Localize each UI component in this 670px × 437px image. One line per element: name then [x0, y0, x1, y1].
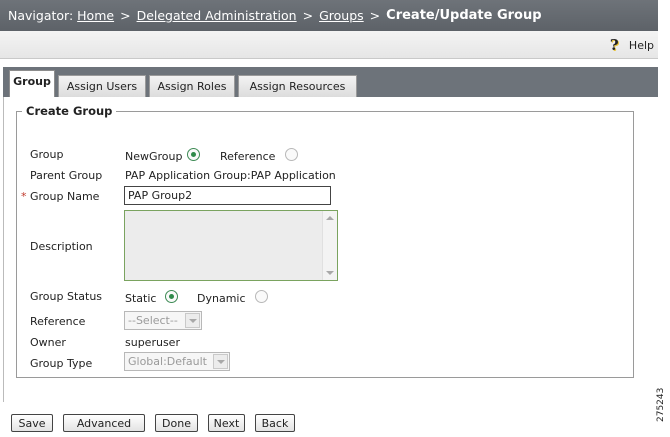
page-title: Create/Update Group: [386, 8, 542, 23]
tab-assign-users[interactable]: Assign Users: [58, 75, 146, 97]
dynamic-option-label: Dynamic: [197, 292, 246, 305]
scroll-up-icon[interactable]: [326, 216, 334, 220]
tab-assign-roles[interactable]: Assign Roles: [149, 75, 235, 97]
breadcrumb-groups[interactable]: Groups: [319, 8, 364, 23]
dynamic-radio[interactable]: [255, 290, 268, 303]
tab-group[interactable]: Group: [9, 70, 55, 97]
chevron-down-icon: [213, 354, 228, 369]
fieldset-legend: Create Group: [22, 104, 117, 118]
reference-radio[interactable]: [285, 148, 298, 161]
help-label: Help: [628, 38, 654, 52]
reference-option-label: Reference: [220, 150, 276, 163]
owner-value: superuser: [125, 336, 180, 349]
chevron-down-icon: [185, 313, 200, 328]
description-textarea[interactable]: [124, 210, 338, 281]
owner-label: Owner: [30, 336, 66, 349]
tab-strip: Group Assign Users Assign Roles Assign R…: [3, 67, 658, 97]
save-button[interactable]: Save: [11, 414, 53, 432]
back-button[interactable]: Back: [255, 414, 295, 432]
question-mark-icon: ?: [609, 36, 619, 54]
group-type-select-value: Global:Default: [128, 355, 207, 368]
newgroup-option-label: NewGroup: [125, 150, 183, 163]
static-option-label: Static: [125, 292, 157, 305]
group-type-label: Group Type: [30, 357, 93, 370]
description-label: Description: [30, 240, 93, 253]
reference-label: Reference: [30, 315, 86, 328]
navigator-bar: Navigator: Home > Delegated Administrati…: [0, 0, 658, 31]
breadcrumb-delegated-administration[interactable]: Delegated Administration: [137, 8, 297, 23]
advanced-button[interactable]: Advanced: [63, 414, 145, 432]
parent-group-label: Parent Group: [30, 169, 103, 182]
parent-group-value: PAP Application Group:PAP Application: [125, 169, 336, 182]
breadcrumb-home[interactable]: Home: [77, 8, 114, 23]
figure-id: 275243: [656, 387, 666, 423]
reference-select-value: --Select--: [128, 314, 178, 327]
required-marker: *: [21, 190, 27, 203]
breadcrumb-separator: >: [120, 8, 131, 23]
group-name-label: Group Name: [30, 190, 100, 203]
done-button[interactable]: Done: [155, 414, 198, 432]
scroll-down-icon[interactable]: [326, 271, 334, 275]
group-label: Group: [30, 148, 64, 161]
breadcrumb-separator: >: [369, 8, 381, 23]
next-button[interactable]: Next: [208, 414, 245, 432]
group-name-input[interactable]: PAP Group2: [124, 186, 331, 205]
group-type-select[interactable]: Global:Default: [124, 352, 230, 371]
navigator-prefix: Navigator:: [8, 8, 74, 23]
group-status-label: Group Status: [30, 290, 103, 303]
reference-select[interactable]: --Select--: [124, 311, 202, 330]
help-bar: ? Help: [0, 31, 658, 59]
static-radio[interactable]: [165, 290, 178, 303]
help-link[interactable]: ? Help: [610, 37, 654, 53]
description-scrollbar[interactable]: [322, 211, 337, 280]
breadcrumb-separator: >: [302, 8, 314, 23]
tab-assign-resources[interactable]: Assign Resources: [238, 75, 357, 97]
newgroup-radio[interactable]: [187, 148, 200, 161]
